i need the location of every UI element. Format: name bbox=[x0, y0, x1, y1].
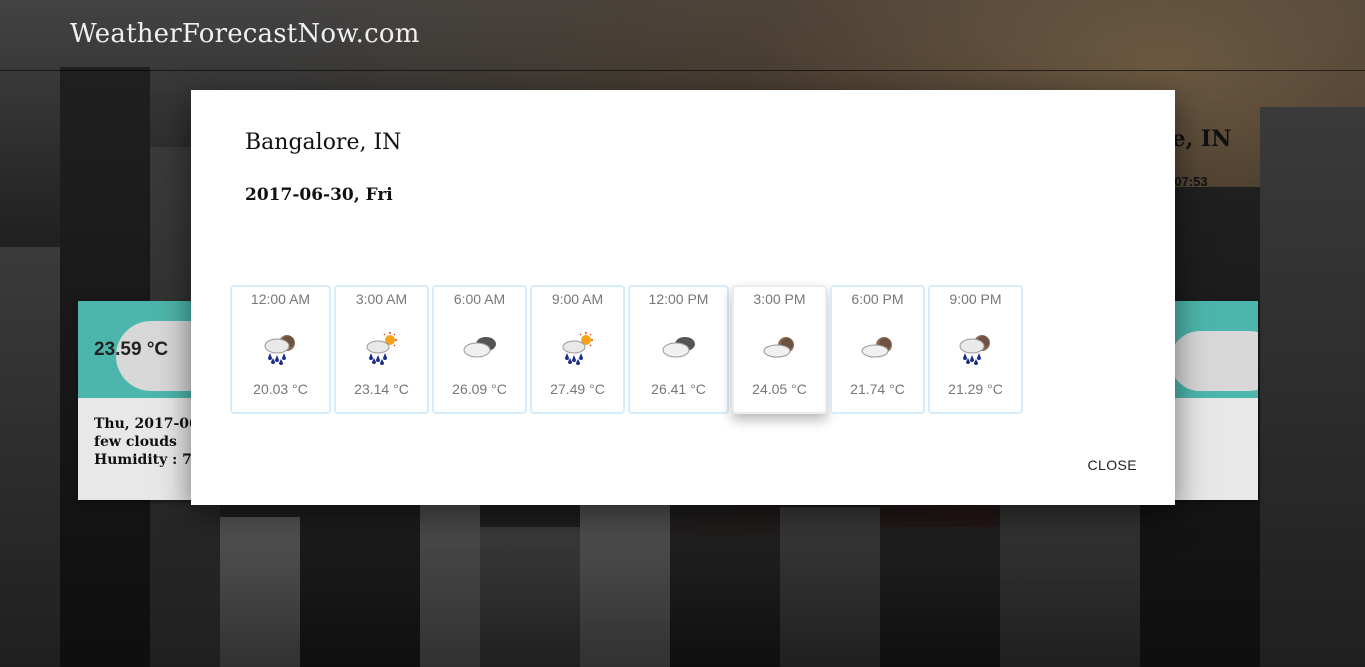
background-city-label: re, IN bbox=[1175, 126, 1232, 152]
card-humidity: Humidity : 77 bbox=[94, 452, 202, 468]
hour-temperature: 24.05 °C bbox=[752, 381, 807, 397]
hour-card[interactable]: 9:00 AM 27.49 °C bbox=[530, 285, 625, 414]
hour-card[interactable]: 12:00 PM 26.41 °C bbox=[628, 285, 729, 414]
hour-time: 3:00 PM bbox=[753, 291, 806, 307]
background-time-label: :07:53 bbox=[1175, 174, 1208, 189]
partly-cloudy-icon bbox=[763, 337, 794, 358]
rain-cloud-icon bbox=[264, 335, 295, 365]
cloudy-icon bbox=[463, 337, 496, 358]
top-navbar: WeatherForecastNow.com bbox=[0, 0, 1365, 71]
hour-temperature: 27.49 °C bbox=[550, 381, 605, 397]
hour-temperature: 26.09 °C bbox=[452, 381, 507, 397]
hour-time: 9:00 PM bbox=[949, 291, 1002, 307]
hour-temperature: 23.14 °C bbox=[354, 381, 409, 397]
card-temperature: 23.59 °C bbox=[94, 339, 169, 360]
hour-card[interactable]: 3:00 AM 23.14 °C bbox=[334, 285, 429, 414]
hour-card[interactable]: 9:00 PM 21.29 °C bbox=[928, 285, 1023, 414]
card-description: few clouds bbox=[94, 434, 177, 450]
rain-sun-icon bbox=[366, 332, 397, 365]
hour-temperature: 21.74 °C bbox=[850, 381, 905, 397]
hour-time: 3:00 AM bbox=[355, 291, 408, 307]
hour-time: 6:00 PM bbox=[851, 291, 904, 307]
hour-time: 9:00 AM bbox=[551, 291, 604, 307]
forecast-modal: Bangalore, IN 2017-06-30, Fri 12:00 AM 2… bbox=[191, 90, 1175, 505]
hour-time: 12:00 PM bbox=[648, 291, 709, 307]
hour-temperature: 21.29 °C bbox=[948, 381, 1003, 397]
hour-card[interactable]: 6:00 PM 21.74 °C bbox=[830, 285, 925, 414]
cloud-icon bbox=[1170, 331, 1258, 391]
modal-date: 2017-06-30, Fri bbox=[245, 185, 393, 205]
hour-card[interactable]: 12:00 AM 20.03 °C bbox=[230, 285, 331, 414]
hour-card[interactable]: 6:00 AM 26.09 °C bbox=[432, 285, 527, 414]
hour-temperature: 20.03 °C bbox=[253, 381, 308, 397]
rain-cloud-icon bbox=[959, 335, 990, 365]
card-date: Thu, 2017-06- bbox=[94, 416, 205, 432]
close-button[interactable]: CLOSE bbox=[1080, 455, 1145, 475]
site-title[interactable]: WeatherForecastNow.com bbox=[70, 19, 420, 49]
modal-city-title: Bangalore, IN bbox=[245, 130, 402, 155]
rain-sun-icon bbox=[562, 332, 593, 365]
hour-time: 12:00 AM bbox=[250, 291, 311, 307]
hourly-forecast-list: 12:00 AM 20.03 °C 3:00 AM 23.14 °C 6:00 … bbox=[230, 285, 1026, 414]
partly-cloudy-icon bbox=[861, 337, 892, 358]
hour-card-active[interactable]: 3:00 PM 24.05 °C bbox=[732, 285, 827, 414]
cloudy-icon bbox=[662, 337, 695, 358]
hour-temperature: 26.41 °C bbox=[651, 381, 706, 397]
hour-time: 6:00 AM bbox=[453, 291, 506, 307]
